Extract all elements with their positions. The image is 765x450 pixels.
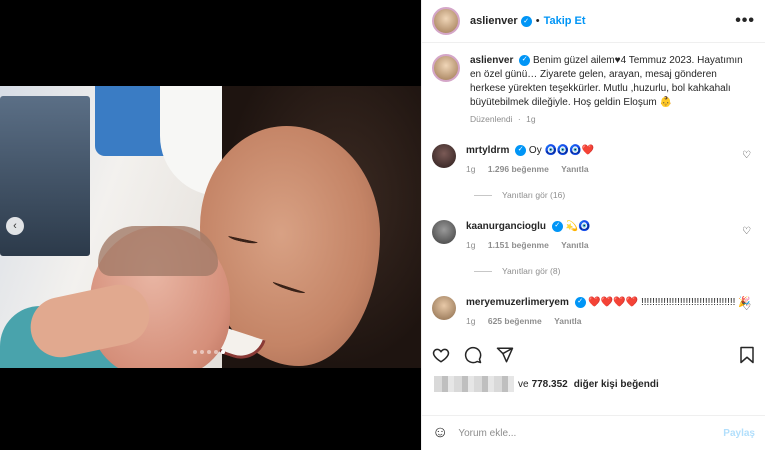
follow-button[interactable]: Takip Et bbox=[544, 15, 586, 27]
comment-time: 1g bbox=[466, 240, 476, 250]
comment-icon[interactable] bbox=[464, 346, 482, 364]
carousel-dot bbox=[207, 350, 211, 354]
verified-badge-icon: ✓ bbox=[520, 15, 532, 27]
smiley-icon[interactable]: ☺ bbox=[432, 424, 448, 442]
post-header: aslienver ✓ • Takip Et ••• bbox=[422, 0, 765, 43]
post-sidebar: aslienver ✓ • Takip Et ••• aslienver ✓ B… bbox=[421, 0, 765, 450]
view-replies-button[interactable]: Yanıtları gör (8) bbox=[474, 266, 755, 276]
bookmark-icon[interactable] bbox=[739, 346, 755, 364]
carousel-prev-button[interactable]: ‹ bbox=[6, 217, 24, 235]
comment-time: 1g bbox=[466, 164, 476, 174]
caption: aslienver ✓ Benim güzel ailem♥4 Temmuz 2… bbox=[432, 54, 755, 124]
reply-button[interactable]: Yanıtla bbox=[561, 240, 588, 250]
comment-like-icon[interactable]: ♡ bbox=[742, 150, 751, 161]
author-avatar[interactable] bbox=[432, 7, 460, 35]
chevron-left-icon: ‹ bbox=[13, 220, 17, 232]
comment-input[interactable]: Yorum ekle... bbox=[458, 428, 723, 439]
comment-time: 1g bbox=[466, 316, 476, 326]
carousel-dot-active bbox=[221, 350, 225, 354]
carousel-dots bbox=[193, 350, 225, 354]
comment-text: ❤️❤️❤️❤️ !!!!!!!!!!!!!!!!!!!!!!!!!!!!!!!… bbox=[588, 297, 751, 308]
carousel-dot bbox=[200, 350, 204, 354]
comment-item: kaanurgancioglu ✓ 💫🧿 1g 1.151 beğenme Ya… bbox=[432, 220, 755, 276]
view-replies-button[interactable]: Yanıtları gör (16) bbox=[474, 190, 755, 200]
view-replies-label: Yanıtları gör (8) bbox=[502, 266, 561, 276]
comment-text: Oy 🧿🧿🧿❤️ bbox=[528, 145, 595, 156]
carousel-dot bbox=[214, 350, 218, 354]
carousel-dot bbox=[193, 350, 197, 354]
verified-badge-icon: ✓ bbox=[574, 296, 586, 308]
post-comment-button[interactable]: Paylaş bbox=[723, 428, 755, 439]
reply-button[interactable]: Yanıtla bbox=[554, 316, 581, 326]
comment-meta: 1g 625 beğenme Yanıtla bbox=[466, 314, 755, 328]
comment-meta: 1g 1.151 beğenme Yanıtla bbox=[466, 238, 755, 252]
comment-likes[interactable]: 1.296 beğenme bbox=[488, 164, 549, 174]
caption-meta: Düzenlendi · 1g bbox=[470, 114, 536, 124]
likes-suffix[interactable]: diğer kişi beğendi bbox=[574, 379, 659, 390]
verified-badge-icon: ✓ bbox=[519, 54, 531, 66]
comment-composer: ☺ Yorum ekle... Paylaş bbox=[422, 415, 765, 450]
likes-count[interactable]: 778.352 bbox=[532, 379, 568, 390]
edited-label: Düzenlendi bbox=[470, 114, 513, 124]
post-photo[interactable] bbox=[0, 86, 421, 368]
comment-meta: 1g 1.296 beğenme Yanıtla bbox=[466, 162, 755, 176]
reply-button[interactable]: Yanıtla bbox=[561, 164, 588, 174]
comment-item: meryemuzerlimeryem ✓ ❤️❤️❤️❤️ !!!!!!!!!!… bbox=[432, 296, 755, 328]
comment-item: mrtyldrm ✓ Oy 🧿🧿🧿❤️ 1g 1.296 beğenme Yan… bbox=[432, 144, 755, 200]
comment-avatar[interactable] bbox=[432, 296, 456, 320]
verified-badge-icon: ✓ bbox=[515, 144, 527, 156]
header-separator: • bbox=[535, 15, 540, 27]
comment-likes[interactable]: 1.151 beğenme bbox=[488, 240, 549, 250]
media-pane: ‹ bbox=[0, 0, 421, 450]
author-username[interactable]: aslienver bbox=[470, 15, 518, 27]
verified-badge-icon: ✓ bbox=[551, 220, 563, 232]
comment-text: 💫🧿 bbox=[565, 221, 591, 232]
view-replies-label: Yanıtları gör (16) bbox=[502, 190, 566, 200]
caption-body: aslienver ✓ Benim güzel ailem♥4 Temmuz 2… bbox=[470, 54, 755, 110]
paper-plane-icon[interactable] bbox=[496, 346, 514, 364]
comment-like-icon[interactable]: ♡ bbox=[742, 226, 751, 237]
action-bar bbox=[432, 346, 755, 364]
likes-summary: ve 778.352 diğer kişi beğendi bbox=[434, 376, 662, 392]
comment-avatar[interactable] bbox=[432, 220, 456, 244]
caption-avatar[interactable] bbox=[432, 54, 460, 82]
comment-username[interactable]: mrtyldrm bbox=[466, 145, 509, 156]
caption-username[interactable]: aslienver bbox=[470, 55, 513, 66]
more-options-icon[interactable]: ••• bbox=[735, 12, 755, 30]
comment-username[interactable]: meryemuzerlimeryem bbox=[466, 297, 569, 308]
comments-list[interactable]: aslienver ✓ Benim güzel ailem♥4 Temmuz 2… bbox=[422, 44, 765, 340]
comment-username[interactable]: kaanurgancioglu bbox=[466, 221, 546, 232]
edited-time: 1g bbox=[526, 114, 536, 124]
blurred-likers bbox=[434, 376, 514, 392]
comment-likes[interactable]: 625 beğenme bbox=[488, 316, 542, 326]
likes-prefix: ve bbox=[518, 378, 529, 390]
heart-icon[interactable] bbox=[432, 346, 450, 364]
comment-like-icon[interactable]: ♡ bbox=[742, 302, 751, 313]
comment-avatar[interactable] bbox=[432, 144, 456, 168]
